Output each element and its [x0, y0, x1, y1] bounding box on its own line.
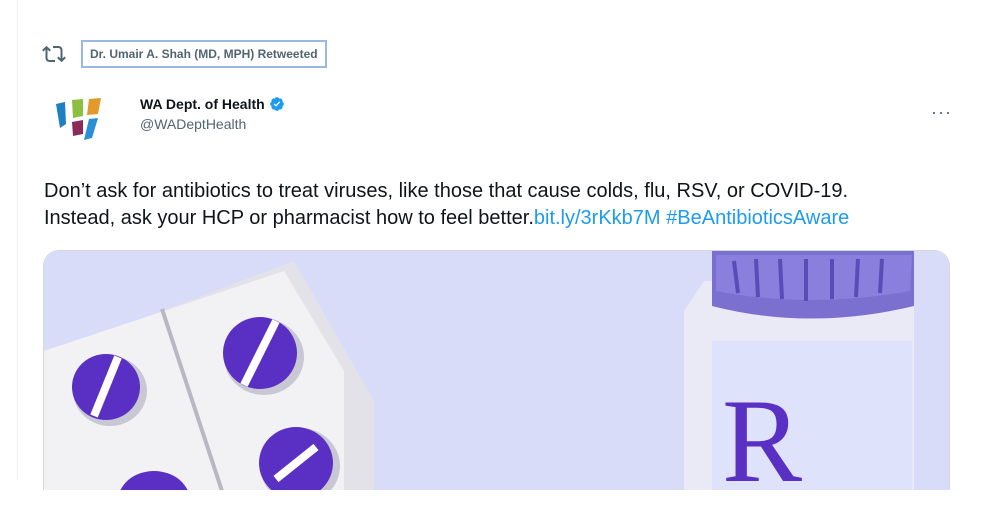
author-names[interactable]: WA Dept. of Health @WADeptHealth: [140, 96, 285, 132]
author-display-name[interactable]: WA Dept. of Health: [140, 96, 285, 112]
tweet-link[interactable]: bit.ly/3rKkb7M: [534, 207, 661, 229]
antibiotics-illustration: R: [44, 251, 949, 490]
more-options-icon[interactable]: ···: [931, 102, 952, 123]
tweet-header: WA Dept. of Health @WADeptHealth ···: [52, 94, 952, 142]
tweet-text-line1: Don’t ask for antibiotics to treat virus…: [44, 180, 849, 202]
author-handle[interactable]: @WADeptHealth: [140, 116, 285, 132]
retweeted-by-label[interactable]: Dr. Umair A. Shah (MD, MPH) Retweeted: [81, 40, 327, 68]
tweet-hashtag[interactable]: #BeAntibioticsAware: [666, 207, 849, 229]
display-name-text[interactable]: WA Dept. of Health: [140, 96, 265, 112]
prescription-bottle-icon: R: [684, 251, 914, 490]
wa-doh-logo-icon[interactable]: [52, 94, 112, 142]
tweet-media-image[interactable]: R: [43, 250, 950, 490]
retweet-icon: [42, 45, 66, 63]
tweet-text: Don’t ask for antibiotics to treat virus…: [44, 178, 964, 232]
retweet-context[interactable]: Dr. Umair A. Shah (MD, MPH) Retweeted: [42, 40, 327, 68]
verified-badge-icon: [269, 97, 284, 111]
rx-symbol-text: R: [722, 374, 802, 490]
tweet-text-line2: Instead, ask your HCP or pharmacist how …: [44, 207, 534, 229]
